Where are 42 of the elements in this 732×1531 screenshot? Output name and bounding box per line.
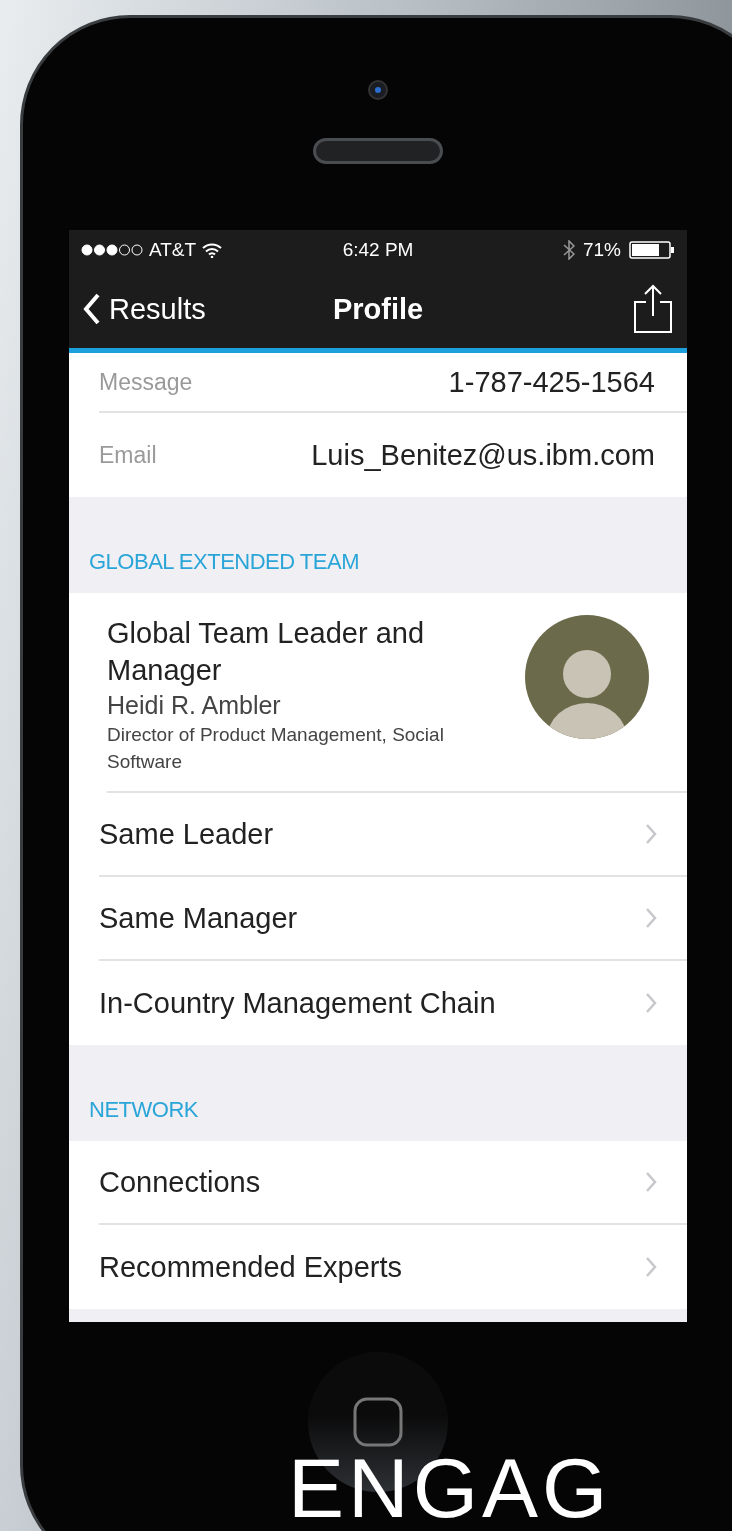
field-value: 1-787-425-1564 [448,365,655,399]
field-value: Luis_Benitez@us.ibm.com [311,438,655,472]
battery-percent: 71% [583,239,621,261]
item-label: In-Country Management Chain [99,986,496,1020]
battery-icon [629,241,675,259]
item-label: Same Leader [99,817,274,851]
field-label: Message [99,368,193,396]
chevron-right-icon [645,907,657,929]
signal-icon [81,243,143,257]
chevron-right-icon [645,823,657,845]
share-button[interactable] [633,284,673,334]
leader-role: Global Team Leader and Manager [107,616,426,688]
section-title: GLOBAL EXTENDED TEAM [89,549,359,575]
chevron-right-icon [645,1171,657,1193]
chevron-right-icon [645,992,657,1014]
back-button[interactable]: Results [83,292,206,326]
chevron-right-icon [645,1256,657,1278]
item-label: Same Manager [99,901,298,935]
bluetooth-icon [563,240,575,260]
leader-name: Heidi R. Ambler [107,690,282,721]
caption-text: ENGAG [288,1446,612,1530]
screen-title: Profile [332,292,424,326]
wifi-icon [202,242,223,258]
item-label: Recommended Experts [99,1250,403,1284]
list-item[interactable]: Recommended Experts [99,1225,687,1309]
list-item[interactable]: In-Country Management Chain [99,961,687,1045]
chevron-left-icon [83,293,101,325]
leader-card[interactable]: Global Team Leader and Manager Heidi R. Ambler Director of Product Management, Social Software [107,593,687,793]
share-icon [633,284,673,334]
clock-text: 6:42 PM [342,239,414,261]
contact-row[interactable]: Message 1-787-425-1564 [99,353,687,413]
list-item[interactable]: Connections [99,1141,687,1225]
section-title: NETWORK [89,1097,198,1123]
camera-icon [368,80,388,100]
field-label: Email [99,441,157,469]
list-item[interactable]: Same Leader [99,793,687,877]
contact-row[interactable]: Email Luis_Benitez@us.ibm.com [99,413,687,497]
item-label: Connections [99,1165,261,1199]
leader-job-title: Director of Product Management, Social Software [107,723,445,774]
carrier-text: AT&T [149,239,197,261]
rounded-square-icon [352,1396,404,1448]
list-item[interactable]: Same Manager [99,877,687,961]
